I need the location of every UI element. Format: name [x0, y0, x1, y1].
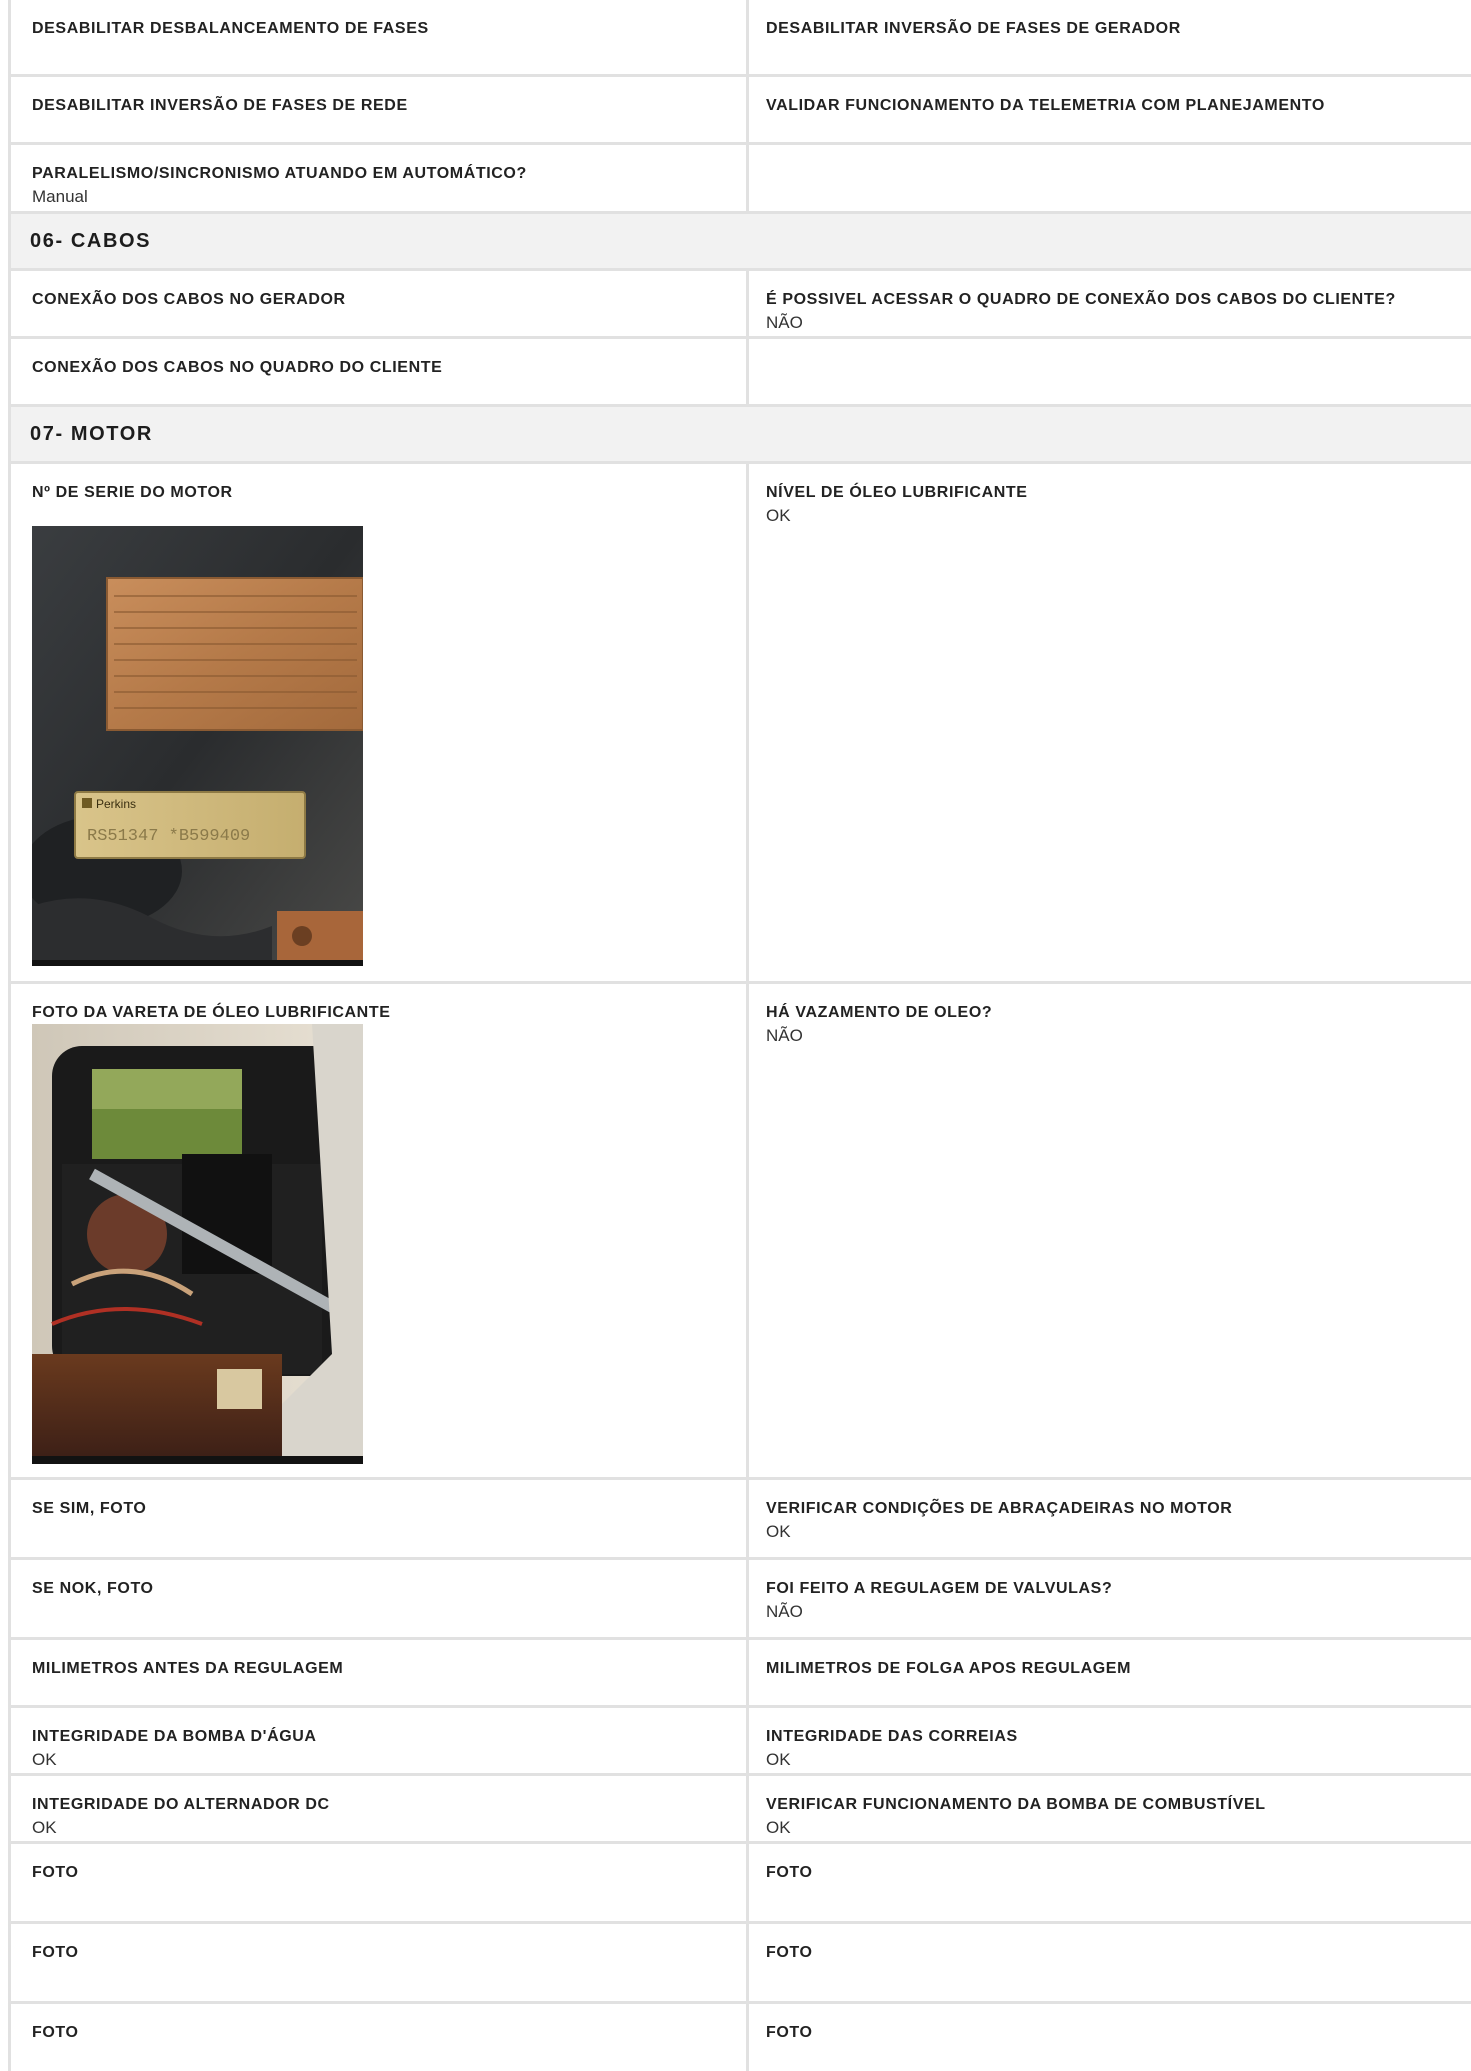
field-value: OK — [766, 1818, 791, 1837]
field-label: FOTO — [32, 2024, 79, 2041]
field-label: INTEGRIDADE DAS CORREIAS — [766, 1728, 1018, 1745]
table-row: CONEXÃO DOS CABOS NO GERADOR É POSSIVEL … — [11, 271, 1471, 339]
field-label: VERIFICAR CONDIÇÕES DE ABRAÇADEIRAS NO M… — [766, 1500, 1233, 1517]
field-label: SE NOK, FOTO — [32, 1580, 154, 1597]
field-label: FOTO — [766, 1864, 813, 1881]
field-cell: DESABILITAR DESBALANCEAMENTO DE FASES — [11, 0, 746, 74]
table-row: DESABILITAR INVERSÃO DE FASES DE REDE VA… — [11, 77, 1471, 145]
field-cell: FOTO — [746, 1924, 1471, 2001]
field-value: OK — [766, 1750, 791, 1769]
field-value: OK — [766, 506, 791, 525]
field-cell: FOTO — [11, 1924, 746, 2001]
field-label: MILIMETROS DE FOLGA APOS REGULAGEM — [766, 1660, 1131, 1677]
field-label: DESABILITAR DESBALANCEAMENTO DE FASES — [32, 20, 429, 37]
field-label: CONEXÃO DOS CABOS NO QUADRO DO CLIENTE — [32, 359, 443, 376]
field-cell: FOTO — [746, 1844, 1471, 1921]
field-label: INTEGRIDADE DO ALTERNADOR DC — [32, 1796, 330, 1813]
field-cell: SE NOK, FOTO — [11, 1560, 746, 1637]
section-title: 06- CABOS — [30, 229, 152, 252]
field-cell: DESABILITAR INVERSÃO DE FASES DE REDE — [11, 77, 746, 142]
table-row: FOTO FOTO — [11, 1844, 1471, 1924]
field-label: HÁ VAZAMENTO DE OLEO? — [766, 1004, 993, 1021]
table-row: SE SIM, FOTO VERIFICAR CONDIÇÕES DE ABRA… — [11, 1480, 1471, 1560]
engine-serial-photo[interactable]: Perkins RS51347 *B599409 — [32, 526, 363, 966]
table-row: SE NOK, FOTO FOI FEITO A REGULAGEM DE VA… — [11, 1560, 1471, 1640]
field-label: É POSSIVEL ACESSAR O QUADRO DE CONEXÃO D… — [766, 291, 1396, 308]
table-row: Nº DE SERIE DO MOTOR Perkins RS51347 *B5… — [11, 464, 1471, 984]
field-value: OK — [766, 1522, 791, 1541]
table-row: MILIMETROS ANTES DA REGULAGEM MILIMETROS… — [11, 1640, 1471, 1708]
field-cell: FOTO — [11, 2004, 746, 2071]
field-cell: DESABILITAR INVERSÃO DE FASES DE GERADOR — [746, 0, 1471, 74]
table-row: CONEXÃO DOS CABOS NO QUADRO DO CLIENTE — [11, 339, 1471, 407]
field-cell: VERIFICAR CONDIÇÕES DE ABRAÇADEIRAS NO M… — [746, 1480, 1471, 1557]
section-header-motor: 07- MOTOR — [11, 407, 1471, 464]
field-cell — [746, 145, 1471, 211]
field-label: FOTO DA VARETA DE ÓLEO LUBRIFICANTE — [32, 1004, 391, 1021]
field-cell: VERIFICAR FUNCIONAMENTO DA BOMBA DE COMB… — [746, 1776, 1471, 1841]
field-label: DESABILITAR INVERSÃO DE FASES DE GERADOR — [766, 20, 1181, 37]
field-cell: NÍVEL DE ÓLEO LUBRIFICANTE OK — [746, 464, 1471, 981]
field-label: FOTO — [32, 1944, 79, 1961]
table-row: DESABILITAR DESBALANCEAMENTO DE FASES DE… — [11, 0, 1471, 77]
section-header-cabos: 06- CABOS — [11, 214, 1471, 271]
field-cell: É POSSIVEL ACESSAR O QUADRO DE CONEXÃO D… — [746, 271, 1471, 336]
field-cell: Nº DE SERIE DO MOTOR Perkins RS51347 *B5… — [11, 464, 746, 981]
field-value: NÃO — [766, 1026, 803, 1045]
field-cell: FOI FEITO A REGULAGEM DE VALVULAS? NÃO — [746, 1560, 1471, 1637]
field-label: FOTO — [766, 2024, 813, 2041]
field-label: PARALELISMO/SINCRONISMO ATUANDO EM AUTOM… — [32, 165, 527, 182]
engine-serial-photo-image: Perkins RS51347 *B599409 — [32, 526, 363, 966]
field-label: MILIMETROS ANTES DA REGULAGEM — [32, 1660, 344, 1677]
field-label: CONEXÃO DOS CABOS NO GERADOR — [32, 291, 346, 308]
report-sheet: DESABILITAR DESBALANCEAMENTO DE FASES DE… — [8, 0, 1471, 2071]
field-value: NÃO — [766, 1602, 803, 1621]
field-cell: PARALELISMO/SINCRONISMO ATUANDO EM AUTOM… — [11, 145, 746, 211]
oil-dipstick-photo[interactable] — [32, 1024, 363, 1464]
field-cell: FOTO DA VARETA DE ÓLEO LUBRIFICANTE — [11, 984, 746, 1477]
field-cell: CONEXÃO DOS CABOS NO GERADOR — [11, 271, 746, 336]
field-label: VERIFICAR FUNCIONAMENTO DA BOMBA DE COMB… — [766, 1796, 1266, 1813]
plate-serial-text: RS51347 *B599409 — [87, 827, 250, 846]
field-value: NÃO — [766, 313, 803, 332]
field-label: FOTO — [766, 1944, 813, 1961]
field-cell: FOTO — [746, 2004, 1471, 2071]
field-label: DESABILITAR INVERSÃO DE FASES DE REDE — [32, 97, 408, 114]
plate-brand-text: Perkins — [96, 797, 136, 811]
field-cell — [746, 339, 1471, 404]
field-value: OK — [32, 1818, 57, 1837]
field-label: VALIDAR FUNCIONAMENTO DA TELEMETRIA COM … — [766, 97, 1325, 114]
section-title: 07- MOTOR — [30, 422, 153, 445]
oil-dipstick-photo-image — [32, 1024, 363, 1464]
field-label: INTEGRIDADE DA BOMBA D'ÁGUA — [32, 1728, 317, 1745]
table-row: FOTO FOTO — [11, 2004, 1471, 2071]
table-row: INTEGRIDADE DA BOMBA D'ÁGUA OK INTEGRIDA… — [11, 1708, 1471, 1776]
field-label: Nº DE SERIE DO MOTOR — [32, 484, 233, 501]
field-cell: SE SIM, FOTO — [11, 1480, 746, 1557]
field-label: FOI FEITO A REGULAGEM DE VALVULAS? — [766, 1580, 1113, 1597]
table-row: FOTO DA VARETA DE ÓLEO LUBRIFICANTE HÁ V… — [11, 984, 1471, 1480]
field-value: OK — [32, 1750, 57, 1769]
table-row: INTEGRIDADE DO ALTERNADOR DC OK VERIFICA… — [11, 1776, 1471, 1844]
field-cell: CONEXÃO DOS CABOS NO QUADRO DO CLIENTE — [11, 339, 746, 404]
field-cell: INTEGRIDADE DO ALTERNADOR DC OK — [11, 1776, 746, 1841]
field-cell: HÁ VAZAMENTO DE OLEO? NÃO — [746, 984, 1471, 1477]
field-cell: FOTO — [11, 1844, 746, 1921]
field-label: FOTO — [32, 1864, 79, 1881]
field-label: SE SIM, FOTO — [32, 1500, 147, 1517]
field-cell: INTEGRIDADE DAS CORREIAS OK — [746, 1708, 1471, 1773]
field-value: Manual — [32, 187, 88, 206]
table-row: PARALELISMO/SINCRONISMO ATUANDO EM AUTOM… — [11, 145, 1471, 214]
field-label: NÍVEL DE ÓLEO LUBRIFICANTE — [766, 484, 1028, 501]
field-cell: MILIMETROS DE FOLGA APOS REGULAGEM — [746, 1640, 1471, 1705]
table-row: FOTO FOTO — [11, 1924, 1471, 2004]
field-cell: MILIMETROS ANTES DA REGULAGEM — [11, 1640, 746, 1705]
field-cell: INTEGRIDADE DA BOMBA D'ÁGUA OK — [11, 1708, 746, 1773]
field-cell: VALIDAR FUNCIONAMENTO DA TELEMETRIA COM … — [746, 77, 1471, 142]
